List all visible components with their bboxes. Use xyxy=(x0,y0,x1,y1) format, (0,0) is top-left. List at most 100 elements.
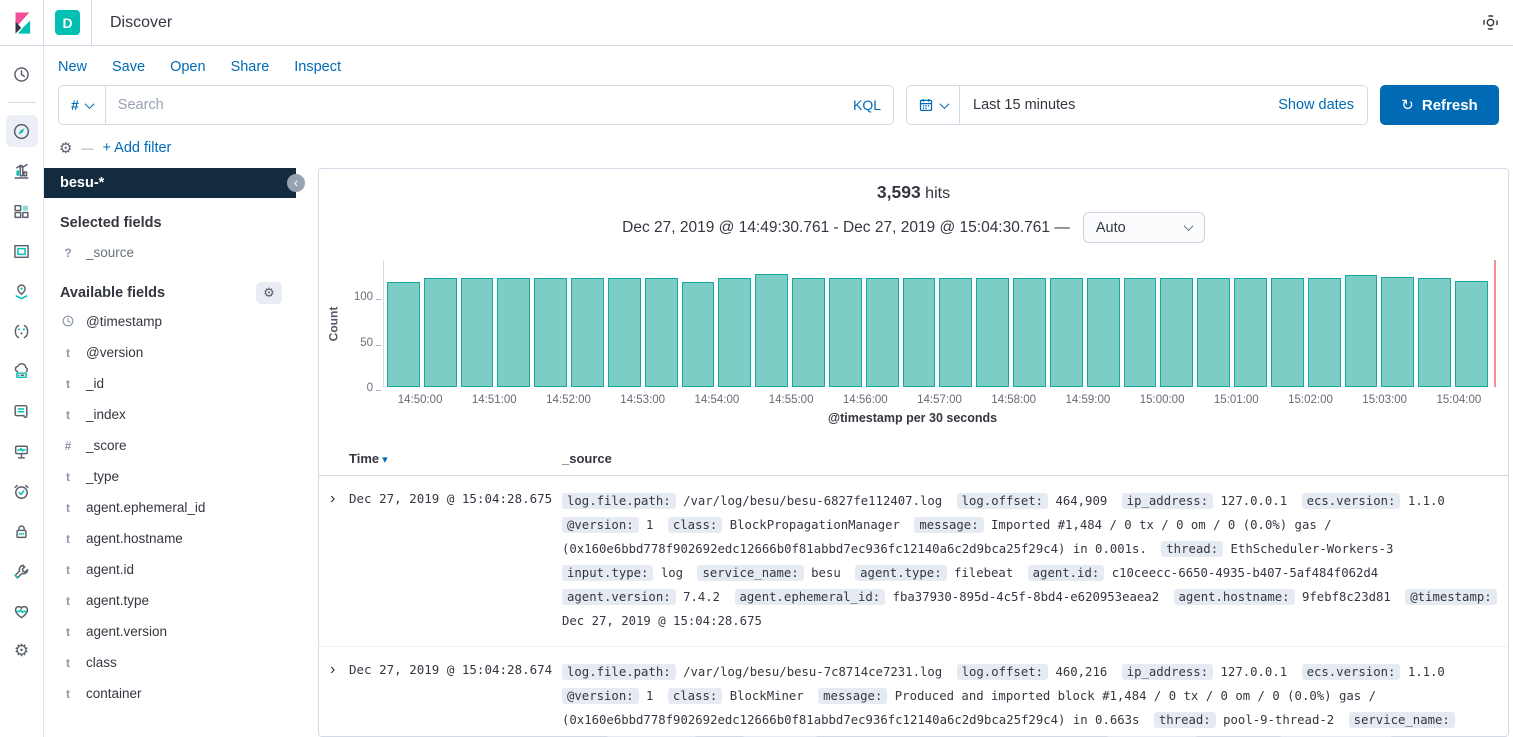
nav-dev-tools-icon[interactable] xyxy=(6,555,38,587)
histogram-bar[interactable] xyxy=(755,274,788,387)
source-field-value: 1 xyxy=(646,518,653,532)
x-axis-tick-label: 14:59:00 xyxy=(1066,394,1111,406)
field-settings-button[interactable]: ⚙ xyxy=(256,282,282,304)
menu-open[interactable]: Open xyxy=(170,59,205,75)
nav-discover-icon[interactable] xyxy=(6,115,38,147)
field-type-badge: t xyxy=(61,377,75,391)
collapse-sidebar-icon[interactable]: ‹ xyxy=(287,174,305,192)
histogram-bar[interactable] xyxy=(1013,278,1046,387)
nav-metrics-icon[interactable] xyxy=(6,355,38,387)
source-column-header: _source xyxy=(562,451,1498,466)
field-list-item[interactable]: t@version xyxy=(44,337,296,368)
source-field-name: class: xyxy=(668,688,722,704)
kibana-logo[interactable] xyxy=(0,0,44,46)
menu-share[interactable]: Share xyxy=(231,59,270,75)
histogram-bar[interactable] xyxy=(1160,278,1193,387)
x-axis-tick-label: 14:52:00 xyxy=(546,394,591,406)
recently-viewed-icon[interactable] xyxy=(6,58,38,90)
chevron-down-icon xyxy=(940,99,950,109)
field-list-item[interactable]: tagent.version xyxy=(44,616,296,647)
nav-machine-learning-icon[interactable] xyxy=(6,315,38,347)
x-axis-tick-label: 14:55:00 xyxy=(769,394,814,406)
show-dates-button[interactable]: Show dates xyxy=(1278,97,1367,113)
field-list-item[interactable]: tclass xyxy=(44,647,296,678)
histogram-bar[interactable] xyxy=(1124,278,1157,387)
index-pattern-selector[interactable]: besu-* xyxy=(44,168,296,198)
histogram-bar[interactable] xyxy=(939,278,972,387)
nav-apm-icon[interactable] xyxy=(6,435,38,467)
field-list-item[interactable]: @timestamp xyxy=(44,306,296,337)
field-name: _index xyxy=(86,407,126,422)
menu-save[interactable]: Save xyxy=(112,59,145,75)
selected-fields-heading: Selected fields xyxy=(60,215,296,231)
field-list-item[interactable]: tagent.id xyxy=(44,554,296,585)
nav-siem-icon[interactable] xyxy=(6,515,38,547)
sort-descending-icon[interactable]: ▾ xyxy=(382,453,388,466)
x-axis-tick-label: 15:04:00 xyxy=(1437,394,1482,406)
calendar-button[interactable] xyxy=(907,86,960,124)
nav-uptime-icon[interactable] xyxy=(6,475,38,507)
field-list-item[interactable]: tcontainer xyxy=(44,678,296,709)
histogram-bar[interactable] xyxy=(1050,278,1083,387)
nav-logs-icon[interactable] xyxy=(6,395,38,427)
field-list-item[interactable]: t_type xyxy=(44,461,296,492)
help-icon[interactable] xyxy=(1482,14,1499,31)
histogram-bar[interactable] xyxy=(534,278,567,387)
expand-row-icon[interactable]: › xyxy=(327,489,349,633)
menu-inspect[interactable]: Inspect xyxy=(294,59,341,75)
histogram-bar[interactable] xyxy=(1345,275,1378,387)
search-input[interactable] xyxy=(106,97,841,113)
histogram-bar[interactable] xyxy=(682,282,715,387)
field-list-item[interactable]: ?_source xyxy=(44,237,296,268)
histogram-bar[interactable] xyxy=(976,278,1009,387)
expand-row-icon[interactable]: › xyxy=(327,660,349,737)
histogram-bar[interactable] xyxy=(387,282,420,387)
menu-new[interactable]: New xyxy=(58,59,87,75)
histogram-bar[interactable] xyxy=(1271,278,1304,387)
time-column-header[interactable]: Time▾ xyxy=(349,451,562,466)
x-axis-tick-label: 14:51:00 xyxy=(472,394,517,406)
histogram-bar[interactable] xyxy=(571,278,604,387)
histogram-bar[interactable] xyxy=(829,278,862,387)
search-group: # KQL xyxy=(58,85,894,125)
nav-visualize-icon[interactable] xyxy=(6,155,38,187)
filter-settings-gear-icon[interactable]: ⚙ xyxy=(59,141,72,156)
histogram-bar[interactable] xyxy=(718,278,751,387)
histogram-bar[interactable] xyxy=(1197,278,1230,387)
time-range-value[interactable]: Last 15 minutes xyxy=(960,97,1278,113)
histogram-bar[interactable] xyxy=(424,278,457,387)
x-axis-tick-label: 14:58:00 xyxy=(991,394,1036,406)
add-filter-button[interactable]: + Add filter xyxy=(102,140,171,156)
field-list-item[interactable]: tagent.hostname xyxy=(44,523,296,554)
histogram-bar[interactable] xyxy=(903,278,936,387)
histogram-bar[interactable] xyxy=(866,278,899,387)
histogram-bar[interactable] xyxy=(461,278,494,387)
field-list-item[interactable]: t_id xyxy=(44,368,296,399)
x-axis-labels: 14:50:0014:51:0014:52:0014:53:0014:54:00… xyxy=(383,390,1496,408)
field-list-item[interactable]: tagent.ephemeral_id xyxy=(44,492,296,523)
histogram-bar[interactable] xyxy=(1455,281,1488,387)
kql-button[interactable]: KQL xyxy=(841,97,893,113)
app-badge[interactable]: D xyxy=(55,10,80,35)
nav-maps-icon[interactable] xyxy=(6,275,38,307)
histogram-bar[interactable] xyxy=(1418,278,1451,387)
nav-canvas-icon[interactable] xyxy=(6,235,38,267)
histogram-bar[interactable] xyxy=(645,278,678,387)
field-list-item[interactable]: #_score xyxy=(44,430,296,461)
field-list-item[interactable]: tagent.type xyxy=(44,585,296,616)
nav-management-icon[interactable]: ⚙ xyxy=(6,635,38,667)
field-list-item[interactable]: t_index xyxy=(44,399,296,430)
refresh-button[interactable]: ↻ Refresh xyxy=(1380,85,1499,125)
field-type-badge: t xyxy=(61,501,75,515)
histogram-bar[interactable] xyxy=(1234,278,1267,387)
interval-select[interactable]: Auto xyxy=(1083,212,1205,243)
histogram-bar[interactable] xyxy=(792,278,825,387)
histogram-bar[interactable] xyxy=(1308,278,1341,387)
histogram-bar[interactable] xyxy=(608,278,641,387)
nav-stack-monitoring-icon[interactable] xyxy=(6,595,38,627)
nav-dashboard-icon[interactable] xyxy=(6,195,38,227)
histogram-bar[interactable] xyxy=(1087,278,1120,387)
filter-type-button[interactable]: # xyxy=(59,86,106,124)
histogram-bar[interactable] xyxy=(1381,277,1414,387)
histogram-bar[interactable] xyxy=(497,278,530,387)
